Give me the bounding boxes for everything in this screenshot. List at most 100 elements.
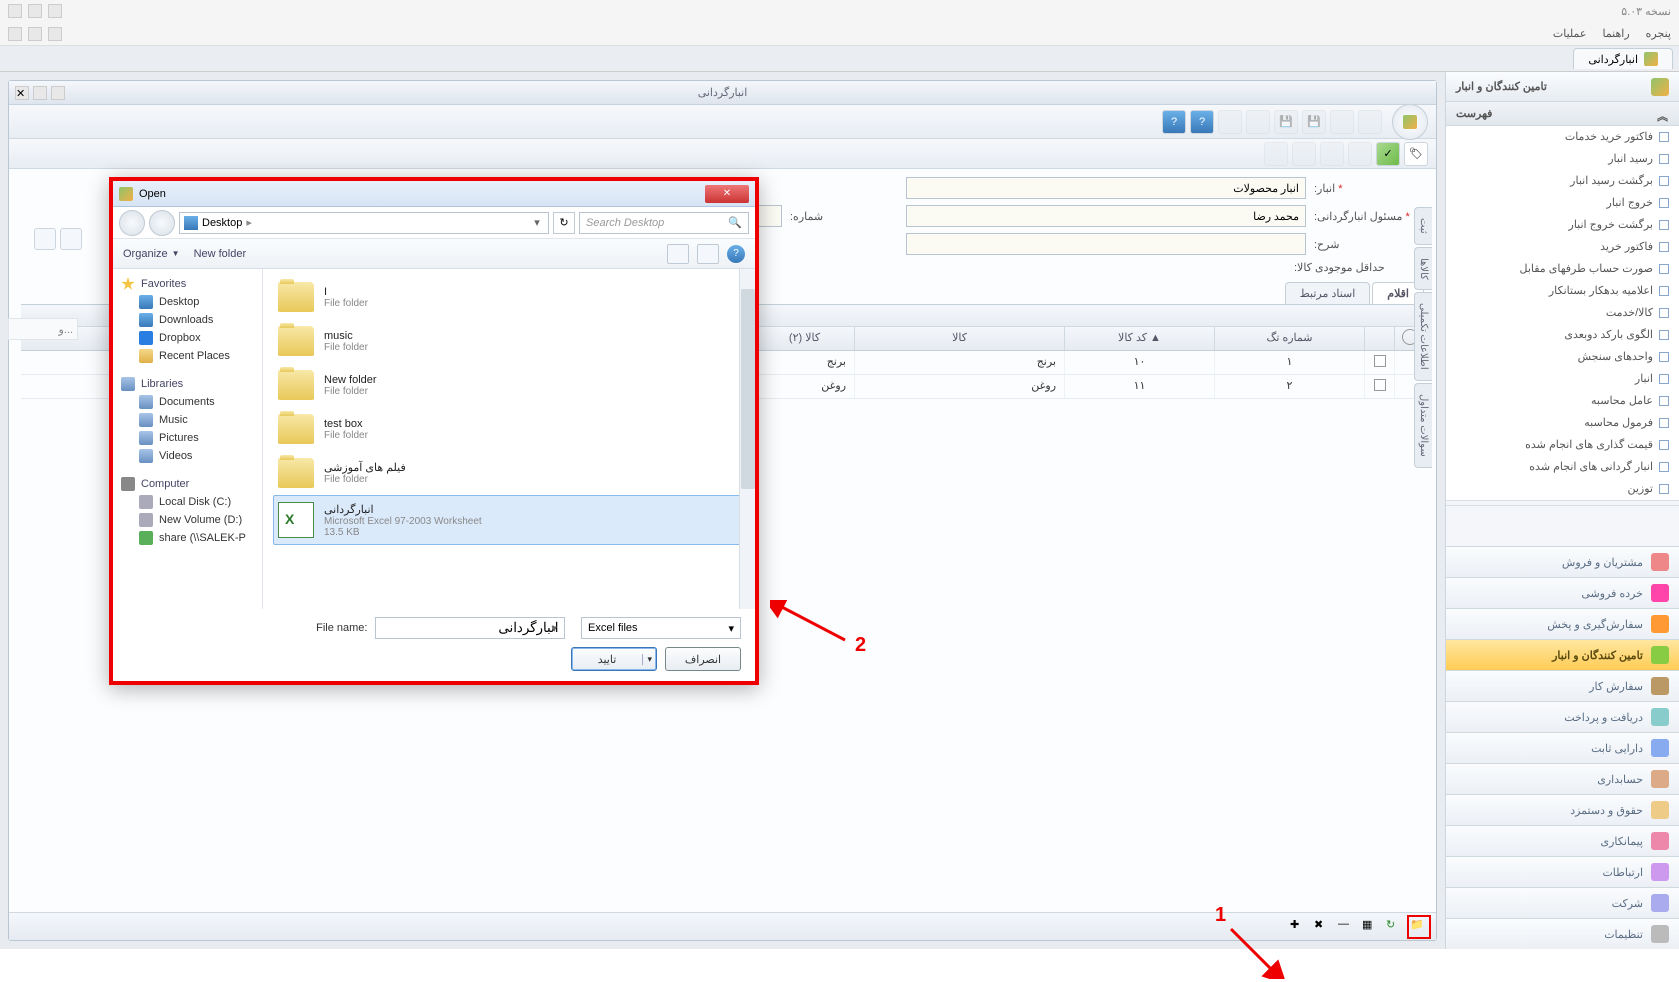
fehrest-item[interactable]: فرمول محاسبه [1446,412,1679,434]
organize-btn[interactable]: Organize ▼ [123,248,180,260]
ok-button[interactable]: تایید [571,647,657,671]
action-btn[interactable] [1264,142,1288,166]
nav-6[interactable]: دارایی ثابت [1446,732,1679,763]
inner-min[interactable] [51,86,65,100]
fehrest-item[interactable]: کالا/خدمت [1446,302,1679,324]
save-btn[interactable]: 💾 [1274,110,1298,134]
sidebar-documents[interactable]: Documents [121,393,254,411]
sidebar-downloads[interactable]: Downloads [121,311,254,329]
input-masool[interactable] [906,205,1306,227]
input-anbar[interactable] [906,177,1306,199]
tool-btn[interactable] [60,228,82,250]
info-btn[interactable]: ? [1190,110,1214,134]
nav-5[interactable]: دریافت و پرداخت [1446,701,1679,732]
file-folder[interactable]: IFile folder [273,275,745,319]
breadcrumb[interactable]: Desktop ▸ ▾ [179,212,549,234]
input-sharh[interactable] [906,233,1306,255]
nav-11[interactable]: شرکت [1446,887,1679,918]
bar-icon[interactable]: — [1338,918,1356,936]
fehrest-item[interactable]: عامل محاسبه [1446,390,1679,412]
file-folder[interactable]: New folderFile folder [273,363,745,407]
nav-2[interactable]: سفارش‌گیری و پخش [1446,608,1679,639]
file-folder[interactable]: musicFile folder [273,319,745,363]
fehrest-item[interactable]: صورت حساب طرفهای مقابل [1446,258,1679,280]
breadcrumb-dropdown[interactable]: ▾ [530,216,544,229]
action-btn[interactable] [1292,142,1316,166]
menu-help[interactable]: راهنما [1602,27,1629,40]
filter-btn[interactable] [34,228,56,250]
nav-9[interactable]: پیمانکاری [1446,825,1679,856]
minimize-btn[interactable] [8,27,22,41]
sys-btn[interactable] [28,4,42,18]
nav-8[interactable]: حقوق و دستمزد [1446,794,1679,825]
fehrest-item[interactable]: فاکتور خرید [1446,236,1679,258]
file-excel[interactable]: انبارگردانیMicrosoft Excel 97-2003 Works… [273,495,745,545]
help-dropdown[interactable]: ? [1162,110,1186,134]
scrollbar[interactable] [739,269,755,609]
tool-btn[interactable] [1358,110,1382,134]
sidebar-music[interactable]: Music [121,411,254,429]
newfolder-btn[interactable]: New folder [194,248,247,260]
file-folder[interactable]: test boxFile folder [273,407,745,451]
sys-btn[interactable] [48,4,62,18]
dialog-close-btn[interactable]: ✕ [705,185,749,203]
fehrest-item[interactable]: خروج انبار [1446,192,1679,214]
fehrest-item[interactable]: رسید انبار [1446,148,1679,170]
fehrest-item[interactable]: توزین [1446,478,1679,500]
fehrest-item[interactable]: الگوی بارکد دوبعدی [1446,324,1679,346]
tool-btn[interactable] [1330,110,1354,134]
computer-header[interactable]: Computer [121,475,254,493]
inner-max[interactable] [33,86,47,100]
vtab-faq[interactable]: سوالات متداول [1414,383,1432,468]
vtab-sabt[interactable]: ثبت [1414,207,1432,245]
refresh-icon[interactable]: ↻ [1386,918,1404,936]
menu-ops[interactable]: عملیات [1553,27,1587,40]
fehrest-item[interactable]: قیمت گذاری های انجام شده [1446,434,1679,456]
cancel-button[interactable]: انصراف [665,647,741,671]
fehrest-header[interactable]: فهرست ︽ [1446,102,1679,126]
inner-close[interactable]: ✕ [15,86,29,100]
tool-btn[interactable] [1218,110,1242,134]
fehrest-item[interactable]: انبار [1446,368,1679,390]
fehrest-item[interactable]: اعلامیه بدهکار بستانکار [1446,280,1679,302]
sidebar-drive-c[interactable]: Local Disk (C:) [121,493,254,511]
tag-btn[interactable]: 🏷 [1404,142,1428,166]
help-icon[interactable]: ? [727,245,745,263]
refresh-btn[interactable]: ↻ [553,212,575,234]
tab-asnad[interactable]: اسناد مرتبط [1285,282,1371,304]
vtab-kalaha[interactable]: کالاها [1414,247,1432,291]
nav-12[interactable]: تنظیمات [1446,918,1679,949]
filename-input[interactable] [375,617,565,639]
col-code[interactable]: ▲ کد کالا [1064,327,1214,350]
nav-7[interactable]: حسابداری [1446,763,1679,794]
nav-0[interactable]: مشتریان و فروش [1446,546,1679,577]
add-icon[interactable]: ✚ [1290,918,1308,936]
preview-btn[interactable] [697,244,719,264]
sidebar-desktop[interactable]: Desktop [121,293,254,311]
sidebar-dropbox[interactable]: Dropbox [121,329,254,347]
action-btn[interactable] [1320,142,1344,166]
sidebar-drive-d[interactable]: New Volume (D:) [121,511,254,529]
import-excel-icon[interactable]: 📁 [1410,918,1428,936]
file-folder[interactable]: فیلم های آموزشیFile folder [273,451,745,495]
col-kala[interactable]: کالا [854,327,1064,350]
sidebar-recent[interactable]: Recent Places [121,347,254,365]
search-box[interactable]: Search Desktop 🔍 [579,212,749,234]
restore-btn[interactable] [28,27,42,41]
sidebar-share[interactable]: share (\\SALEK-P [121,529,254,547]
libraries-header[interactable]: Libraries [121,375,254,393]
fehrest-item[interactable]: برگشت خروج انبار [1446,214,1679,236]
nav-1[interactable]: خرده فروشی [1446,577,1679,608]
fehrest-item[interactable]: واحدهای سنجش [1446,346,1679,368]
close-btn[interactable] [48,27,62,41]
confirm-btn[interactable]: ✓ [1376,142,1400,166]
sidebar-pictures[interactable]: Pictures [121,429,254,447]
saveas-btn[interactable]: 💾 [1302,110,1326,134]
fehrest-item[interactable]: فاکتور خرید خدمات [1446,126,1679,148]
delete-icon[interactable]: ✖ [1314,918,1332,936]
view-mode-btn[interactable] [667,244,689,264]
tool-btn[interactable] [1246,110,1270,134]
back-btn[interactable] [119,210,145,236]
action-btn[interactable] [1348,142,1372,166]
nav-10[interactable]: ارتباطات [1446,856,1679,887]
